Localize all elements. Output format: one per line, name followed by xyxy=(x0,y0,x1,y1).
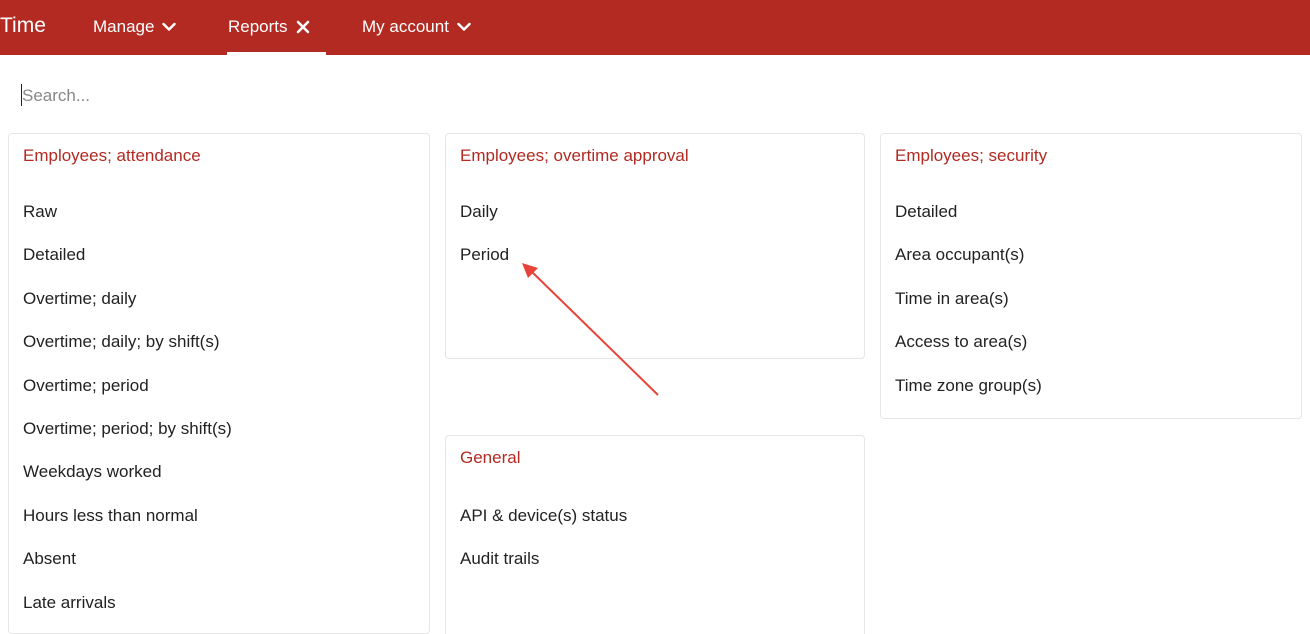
report-link-hours-less-than-normal[interactable]: Hours less than normal xyxy=(23,506,232,549)
report-link-daily[interactable]: Daily xyxy=(460,202,509,245)
section-general: General API & device(s) status Audit tra… xyxy=(445,435,865,634)
report-list: API & device(s) status Audit trails xyxy=(460,506,627,593)
report-link-time-zone-groups[interactable]: Time zone group(s) xyxy=(895,376,1042,419)
report-link-area-occupants[interactable]: Area occupant(s) xyxy=(895,245,1042,288)
nav-my-account[interactable]: My account xyxy=(362,17,471,37)
report-link-overtime-daily[interactable]: Overtime; daily xyxy=(23,289,232,332)
report-link-detailed[interactable]: Detailed xyxy=(23,245,232,288)
section-title: Employees; overtime approval xyxy=(460,146,689,165)
report-link-overtime-period[interactable]: Overtime; period xyxy=(23,376,232,419)
report-link-period[interactable]: Period xyxy=(460,245,509,288)
chevron-down-icon xyxy=(457,22,471,32)
report-link-absent[interactable]: Absent xyxy=(23,549,232,592)
nav-my-account-label: My account xyxy=(362,17,449,36)
section-title: Employees; security xyxy=(895,146,1048,165)
section-employees-attendance: Employees; attendance Raw Detailed Overt… xyxy=(8,133,430,634)
section-title: General xyxy=(460,448,521,467)
report-link-weekdays-worked[interactable]: Weekdays worked xyxy=(23,462,232,505)
report-link-overtime-daily-by-shift[interactable]: Overtime; daily; by shift(s) xyxy=(23,332,232,375)
report-link-audit-trails[interactable]: Audit trails xyxy=(460,549,627,592)
top-navigation-bar: Time Manage Reports My account xyxy=(0,0,1310,55)
report-link-detailed[interactable]: Detailed xyxy=(895,202,1042,245)
report-link-api-device-status[interactable]: API & device(s) status xyxy=(460,506,627,549)
section-title: Employees; attendance xyxy=(23,146,201,165)
report-link-overtime-period-by-shift[interactable]: Overtime; period; by shift(s) xyxy=(23,419,232,462)
active-tab-indicator xyxy=(227,52,326,55)
nav-manage[interactable]: Manage xyxy=(93,17,177,37)
text-caret xyxy=(21,84,22,106)
report-link-access-to-areas[interactable]: Access to area(s) xyxy=(895,332,1042,375)
report-list: Raw Detailed Overtime; daily Overtime; d… xyxy=(23,202,232,634)
nav-reports-label: Reports xyxy=(228,17,288,36)
report-link-raw[interactable]: Raw xyxy=(23,202,232,245)
brand-title[interactable]: Time xyxy=(0,14,46,38)
close-icon[interactable] xyxy=(296,20,310,34)
nav-manage-label: Manage xyxy=(93,17,155,36)
search-input[interactable] xyxy=(20,82,420,110)
report-list: Detailed Area occupant(s) Time in area(s… xyxy=(895,202,1042,419)
section-employees-security: Employees; security Detailed Area occupa… xyxy=(880,133,1302,419)
report-link-late-arrivals[interactable]: Late arrivals xyxy=(23,593,232,634)
nav-reports[interactable]: Reports xyxy=(228,17,310,37)
report-list: Daily Period xyxy=(460,202,509,289)
report-link-time-in-areas[interactable]: Time in area(s) xyxy=(895,289,1042,332)
section-employees-overtime-approval: Employees; overtime approval Daily Perio… xyxy=(445,133,865,359)
chevron-down-icon xyxy=(162,22,177,32)
